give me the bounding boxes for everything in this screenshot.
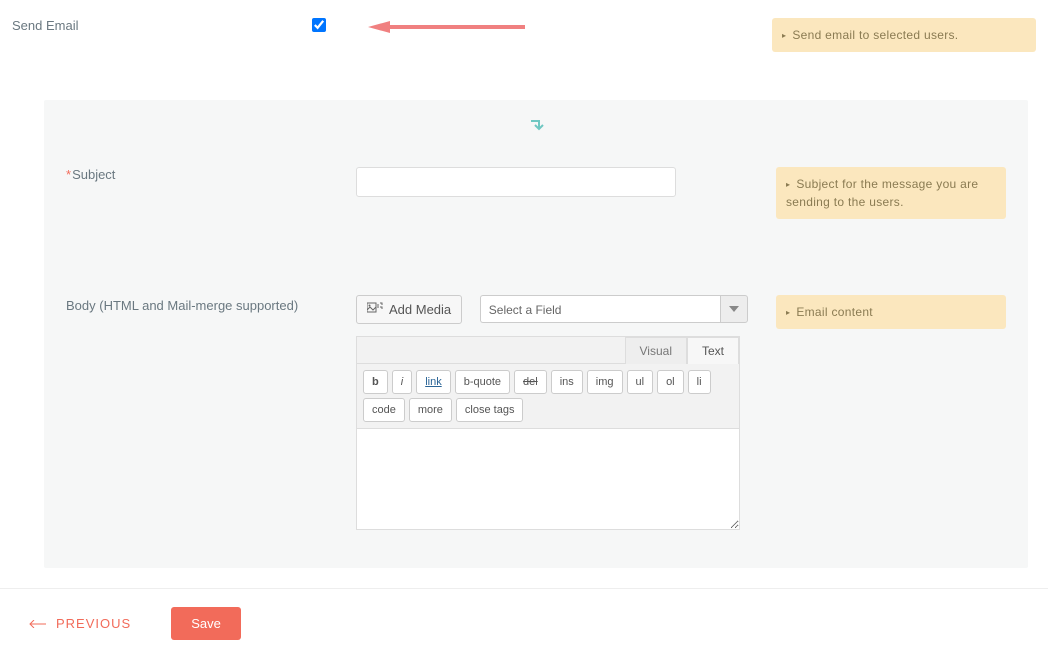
arrow-left-icon	[28, 616, 46, 631]
panel-arrow-icon	[56, 110, 1016, 159]
body-label: Body (HTML and Mail-merge supported)	[66, 295, 356, 315]
qt-bquote-button[interactable]: b-quote	[455, 370, 510, 394]
send-email-help-col: ▸ Send email to selected users.	[752, 18, 1036, 52]
media-icon	[367, 301, 383, 318]
previous-label: PREVIOUS	[56, 616, 131, 631]
qt-img-button[interactable]: img	[587, 370, 623, 394]
subject-help: ▸Subject for the message you are sending…	[776, 167, 1006, 219]
subject-help-col: ▸Subject for the message you are sending…	[756, 167, 1006, 219]
editor-tabs: Visual Text	[357, 337, 739, 364]
qt-bold-button[interactable]: b	[363, 370, 388, 394]
qt-ul-button[interactable]: ul	[627, 370, 654, 394]
bullet-icon: ▸	[786, 308, 790, 317]
spacer	[56, 227, 1016, 287]
qt-ins-button[interactable]: ins	[551, 370, 583, 394]
qt-more-button[interactable]: more	[409, 398, 452, 422]
body-textarea[interactable]	[357, 429, 739, 529]
qt-italic-button[interactable]: i	[392, 370, 412, 394]
add-media-button[interactable]: Add Media	[356, 295, 462, 324]
send-email-row: Send Email ▸ Send email to selected users…	[0, 0, 1048, 60]
qt-close-button[interactable]: close tags	[456, 398, 524, 422]
body-help-text: Email content	[796, 305, 873, 319]
subject-label-text: Subject	[72, 167, 115, 182]
body-help-col: ▸ Email content	[756, 295, 1006, 329]
body-help: ▸ Email content	[776, 295, 1006, 329]
send-email-help-text: Send email to selected users.	[792, 28, 958, 42]
send-email-help: ▸ Send email to selected users.	[772, 18, 1036, 52]
email-detail-panel: *Subject ▸Subject for the message you ar…	[44, 100, 1028, 568]
tab-visual[interactable]: Visual	[625, 337, 687, 364]
body-toolbar-line: Add Media Select a Field	[356, 295, 756, 324]
subject-label: *Subject	[66, 167, 356, 182]
field-select: Select a Field	[480, 295, 748, 323]
qt-code-button[interactable]: code	[363, 398, 405, 422]
footer: PREVIOUS Save	[0, 588, 1048, 658]
editor: Visual Text b i link b-quote del ins img…	[356, 336, 740, 530]
body-row: Body (HTML and Mail-merge supported) Add…	[56, 287, 1016, 538]
send-email-label: Send Email	[12, 18, 312, 33]
send-email-input-col	[312, 18, 752, 39]
quicktags-toolbar: b i link b-quote del ins img ul ol li co…	[357, 364, 739, 429]
tab-text[interactable]: Text	[687, 337, 739, 364]
subject-help-text: Subject for the message you are sending …	[786, 177, 978, 209]
subject-input-col	[356, 167, 756, 197]
qt-link-button[interactable]: link	[416, 370, 451, 394]
send-email-checkbox[interactable]	[312, 18, 326, 32]
annotation-arrow-icon	[350, 18, 530, 39]
required-asterisk: *	[66, 167, 71, 182]
field-select-toggle[interactable]	[720, 295, 748, 323]
bullet-icon: ▸	[782, 31, 786, 40]
previous-link[interactable]: PREVIOUS	[28, 616, 131, 631]
bullet-icon: ▸	[786, 180, 790, 189]
qt-del-button[interactable]: del	[514, 370, 547, 394]
add-media-label: Add Media	[389, 302, 451, 317]
qt-li-button[interactable]: li	[688, 370, 711, 394]
field-select-value[interactable]: Select a Field	[480, 295, 720, 323]
save-button[interactable]: Save	[171, 607, 241, 640]
qt-ol-button[interactable]: ol	[657, 370, 684, 394]
subject-row: *Subject ▸Subject for the message you ar…	[56, 159, 1016, 227]
body-input-col: Add Media Select a Field Visual Text b i	[356, 295, 756, 530]
subject-input[interactable]	[356, 167, 676, 197]
